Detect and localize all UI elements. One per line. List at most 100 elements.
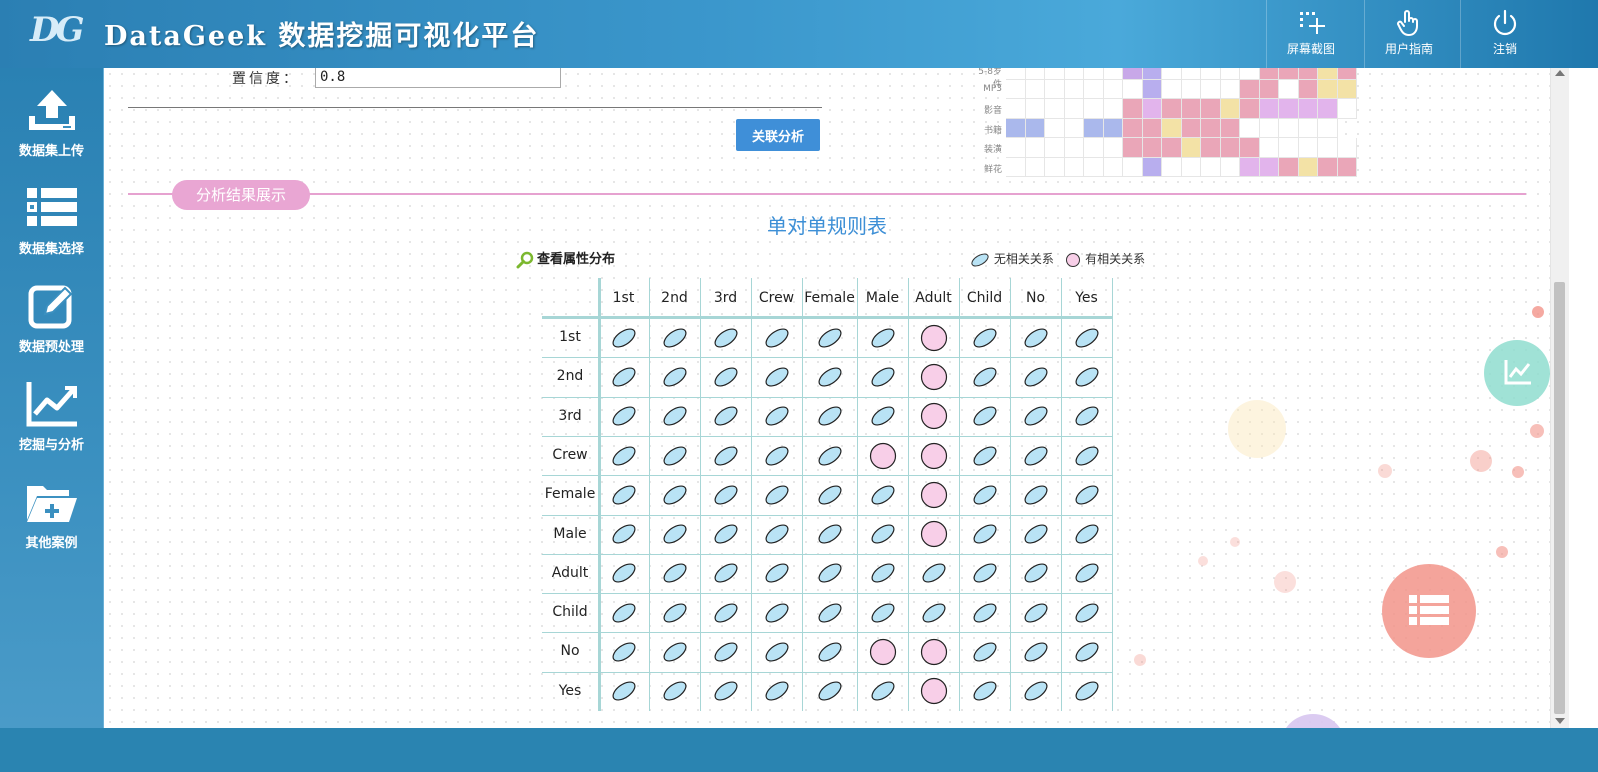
- no-relation-cell[interactable]: [609, 401, 639, 431]
- no-relation-cell[interactable]: [1021, 558, 1051, 588]
- screenshot-button[interactable]: 屏幕截图: [1266, 0, 1355, 68]
- no-relation-cell[interactable]: [660, 441, 690, 471]
- no-relation-cell[interactable]: [815, 598, 845, 628]
- no-relation-cell[interactable]: [1072, 480, 1102, 510]
- has-relation-cell[interactable]: [919, 637, 949, 667]
- no-relation-cell[interactable]: [815, 401, 845, 431]
- no-relation-cell[interactable]: [609, 441, 639, 471]
- no-relation-cell[interactable]: [711, 323, 741, 353]
- scroll-down-arrow-icon[interactable]: [1555, 718, 1565, 724]
- has-relation-cell[interactable]: [868, 637, 898, 667]
- no-relation-cell[interactable]: [762, 519, 792, 549]
- association-analysis-button[interactable]: 关联分析: [736, 119, 820, 151]
- sidebar-item-upload[interactable]: 数据集上传: [0, 74, 103, 172]
- no-relation-cell[interactable]: [609, 676, 639, 706]
- no-relation-cell[interactable]: [815, 441, 845, 471]
- no-relation-cell[interactable]: [919, 598, 949, 628]
- scroll-up-arrow-icon[interactable]: [1555, 70, 1565, 76]
- no-relation-cell[interactable]: [1021, 401, 1051, 431]
- no-relation-cell[interactable]: [762, 598, 792, 628]
- no-relation-cell[interactable]: [868, 480, 898, 510]
- no-relation-cell[interactable]: [1072, 323, 1102, 353]
- no-relation-cell[interactable]: [660, 676, 690, 706]
- no-relation-cell[interactable]: [1021, 637, 1051, 667]
- no-relation-cell[interactable]: [711, 362, 741, 392]
- no-relation-cell[interactable]: [660, 558, 690, 588]
- no-relation-cell[interactable]: [1072, 441, 1102, 471]
- no-relation-cell[interactable]: [970, 401, 1000, 431]
- view-distribution-link[interactable]: 查看属性分布: [516, 248, 615, 269]
- no-relation-cell[interactable]: [762, 441, 792, 471]
- no-relation-cell[interactable]: [660, 401, 690, 431]
- has-relation-cell[interactable]: [868, 441, 898, 471]
- no-relation-cell[interactable]: [711, 480, 741, 510]
- no-relation-cell[interactable]: [1021, 480, 1051, 510]
- no-relation-cell[interactable]: [1072, 598, 1102, 628]
- no-relation-cell[interactable]: [868, 558, 898, 588]
- scroll-thumb[interactable]: [1554, 282, 1565, 714]
- no-relation-cell[interactable]: [970, 480, 1000, 510]
- no-relation-cell[interactable]: [1021, 362, 1051, 392]
- no-relation-cell[interactable]: [609, 323, 639, 353]
- no-relation-cell[interactable]: [815, 558, 845, 588]
- has-relation-cell[interactable]: [919, 480, 949, 510]
- no-relation-cell[interactable]: [660, 323, 690, 353]
- no-relation-cell[interactable]: [711, 637, 741, 667]
- no-relation-cell[interactable]: [1021, 323, 1051, 353]
- no-relation-cell[interactable]: [1072, 362, 1102, 392]
- no-relation-cell[interactable]: [1021, 676, 1051, 706]
- no-relation-cell[interactable]: [609, 519, 639, 549]
- has-relation-cell[interactable]: [919, 441, 949, 471]
- no-relation-cell[interactable]: [609, 558, 639, 588]
- no-relation-cell[interactable]: [711, 598, 741, 628]
- no-relation-cell[interactable]: [1021, 519, 1051, 549]
- no-relation-cell[interactable]: [762, 323, 792, 353]
- no-relation-cell[interactable]: [868, 676, 898, 706]
- no-relation-cell[interactable]: [762, 676, 792, 706]
- no-relation-cell[interactable]: [609, 480, 639, 510]
- no-relation-cell[interactable]: [660, 598, 690, 628]
- no-relation-cell[interactable]: [1021, 598, 1051, 628]
- no-relation-cell[interactable]: [815, 676, 845, 706]
- no-relation-cell[interactable]: [711, 519, 741, 549]
- no-relation-cell[interactable]: [711, 441, 741, 471]
- sidebar-item-dataset-select[interactable]: 数据集选择: [0, 172, 103, 270]
- no-relation-cell[interactable]: [868, 598, 898, 628]
- no-relation-cell[interactable]: [815, 519, 845, 549]
- sidebar-item-other-cases[interactable]: 其他案例: [0, 466, 103, 564]
- logout-button[interactable]: 注销: [1460, 0, 1549, 68]
- no-relation-cell[interactable]: [970, 676, 1000, 706]
- confidence-input[interactable]: 0.8: [315, 68, 561, 88]
- no-relation-cell[interactable]: [919, 558, 949, 588]
- has-relation-cell[interactable]: [919, 519, 949, 549]
- no-relation-cell[interactable]: [609, 362, 639, 392]
- no-relation-cell[interactable]: [970, 362, 1000, 392]
- no-relation-cell[interactable]: [660, 362, 690, 392]
- no-relation-cell[interactable]: [815, 637, 845, 667]
- user-guide-button[interactable]: 用户指南: [1364, 0, 1453, 68]
- no-relation-cell[interactable]: [1072, 558, 1102, 588]
- no-relation-cell[interactable]: [868, 401, 898, 431]
- no-relation-cell[interactable]: [815, 480, 845, 510]
- no-relation-cell[interactable]: [762, 558, 792, 588]
- vertical-scrollbar[interactable]: [1550, 68, 1569, 728]
- no-relation-cell[interactable]: [970, 558, 1000, 588]
- no-relation-cell[interactable]: [711, 401, 741, 431]
- no-relation-cell[interactable]: [762, 362, 792, 392]
- no-relation-cell[interactable]: [815, 362, 845, 392]
- no-relation-cell[interactable]: [711, 676, 741, 706]
- has-relation-cell[interactable]: [919, 676, 949, 706]
- no-relation-cell[interactable]: [609, 637, 639, 667]
- no-relation-cell[interactable]: [711, 558, 741, 588]
- no-relation-cell[interactable]: [609, 598, 639, 628]
- sidebar-item-mining[interactable]: 挖掘与分析: [0, 368, 103, 466]
- no-relation-cell[interactable]: [868, 362, 898, 392]
- no-relation-cell[interactable]: [1072, 401, 1102, 431]
- no-relation-cell[interactable]: [660, 637, 690, 667]
- no-relation-cell[interactable]: [868, 519, 898, 549]
- no-relation-cell[interactable]: [1072, 519, 1102, 549]
- no-relation-cell[interactable]: [1072, 637, 1102, 667]
- no-relation-cell[interactable]: [868, 323, 898, 353]
- no-relation-cell[interactable]: [762, 401, 792, 431]
- no-relation-cell[interactable]: [970, 598, 1000, 628]
